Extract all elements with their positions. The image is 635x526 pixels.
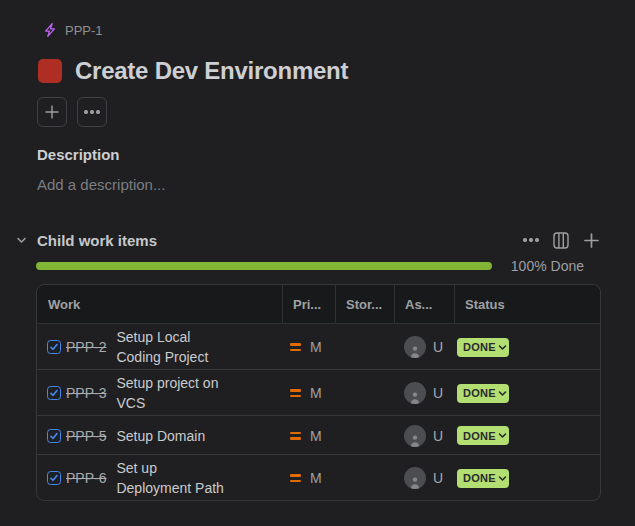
badge-chevron-icon (498, 431, 507, 440)
person-icon (409, 434, 421, 447)
table-body: PPP-2 Setup Local Coding Project M U DON… (37, 324, 600, 500)
breadcrumb: PPP-1 (42, 22, 600, 38)
check-icon (50, 343, 58, 351)
columns-config-icon[interactable] (552, 231, 570, 249)
status-badge-label: DONE (463, 341, 496, 353)
checkbox-checked[interactable] (47, 340, 61, 354)
assignee-name[interactable]: U (433, 385, 443, 401)
person-icon (409, 476, 421, 489)
priority-medium-icon (290, 432, 301, 440)
assignee-name[interactable]: U (433, 428, 443, 444)
checkbox-checked[interactable] (47, 471, 61, 485)
priority-label[interactable]: M (310, 385, 322, 401)
column-header-work[interactable]: Work (37, 285, 282, 324)
column-header-assignee[interactable]: As... (394, 285, 454, 324)
column-header-story-points[interactable]: Stor... (335, 285, 394, 324)
badge-chevron-icon (498, 343, 507, 352)
collapse-chevron-icon[interactable] (15, 234, 28, 247)
column-header-status[interactable]: Status (454, 285, 600, 324)
description-heading: Description (37, 146, 600, 163)
table-row[interactable]: PPP-3 Setup project on VCS M U DONE (37, 369, 600, 415)
page-title: Create Dev Environment (75, 57, 348, 85)
child-items-heading: Child work items (37, 232, 157, 249)
add-child-icon[interactable] (582, 231, 600, 249)
status-badge-label: DONE (463, 387, 496, 399)
checkbox-checked[interactable] (47, 386, 61, 400)
work-item-key[interactable]: PPP-6 (66, 470, 106, 486)
table-row[interactable]: PPP-2 Setup Local Coding Project M U DON… (37, 324, 600, 369)
assignee-name[interactable]: U (433, 470, 443, 486)
work-item-key[interactable]: PPP-2 (66, 339, 106, 355)
badge-chevron-icon (498, 389, 507, 398)
section-more-icon[interactable] (522, 231, 540, 249)
more-actions-button[interactable] (77, 97, 107, 127)
badge-chevron-icon (498, 474, 507, 483)
person-icon (409, 391, 421, 404)
check-icon (50, 474, 58, 482)
progress-bar (36, 262, 492, 270)
status-badge[interactable]: DONE (457, 338, 509, 357)
story-points-cell[interactable] (335, 454, 394, 500)
table-header-row: Work Pri... Stor... As... Status (37, 285, 600, 324)
story-points-cell[interactable] (335, 369, 394, 415)
story-points-cell[interactable] (335, 415, 394, 454)
avatar[interactable] (404, 467, 426, 489)
child-items-table: Work Pri... Stor... As... Status PPP-2 S… (36, 284, 601, 501)
status-badge[interactable]: DONE (457, 469, 509, 488)
work-item-key[interactable]: PPP-3 (66, 385, 106, 401)
work-item-summary[interactable]: Setup Domain (116, 426, 232, 446)
status-badge-label: DONE (463, 430, 496, 442)
work-item-summary[interactable]: Setup Local Coding Project (116, 327, 232, 367)
check-icon (50, 432, 58, 440)
status-badge[interactable]: DONE (457, 384, 509, 403)
epic-bolt-icon (42, 22, 58, 38)
plus-icon (43, 103, 61, 121)
table-row[interactable]: PPP-6 Set up Deployment Path M U DONE (37, 454, 600, 500)
issue-color-chip[interactable] (38, 59, 62, 83)
work-item-summary[interactable]: Setup project on VCS (116, 373, 232, 413)
status-badge-label: DONE (463, 472, 496, 484)
add-button[interactable] (37, 97, 67, 127)
breadcrumb-parent-key[interactable]: PPP-1 (65, 23, 103, 38)
checkbox-checked[interactable] (47, 429, 61, 443)
description-placeholder[interactable]: Add a description... (37, 176, 600, 193)
story-points-cell[interactable] (335, 324, 394, 369)
priority-medium-icon (290, 389, 301, 397)
priority-label[interactable]: M (310, 428, 322, 444)
check-icon (50, 389, 58, 397)
priority-label[interactable]: M (310, 339, 322, 355)
priority-label[interactable]: M (310, 470, 322, 486)
person-icon (409, 345, 421, 358)
priority-medium-icon (290, 343, 301, 351)
assignee-name[interactable]: U (433, 339, 443, 355)
work-item-summary[interactable]: Set up Deployment Path (116, 458, 232, 498)
priority-medium-icon (290, 474, 301, 482)
avatar[interactable] (404, 336, 426, 358)
column-header-priority[interactable]: Pri... (282, 285, 335, 324)
table-row[interactable]: PPP-5 Setup Domain M U DONE (37, 415, 600, 454)
avatar[interactable] (404, 382, 426, 404)
progress-label: 100% Done (511, 258, 600, 274)
ellipsis-icon (84, 110, 100, 113)
avatar[interactable] (404, 425, 426, 447)
work-item-key[interactable]: PPP-5 (66, 428, 106, 444)
status-badge[interactable]: DONE (457, 426, 509, 445)
